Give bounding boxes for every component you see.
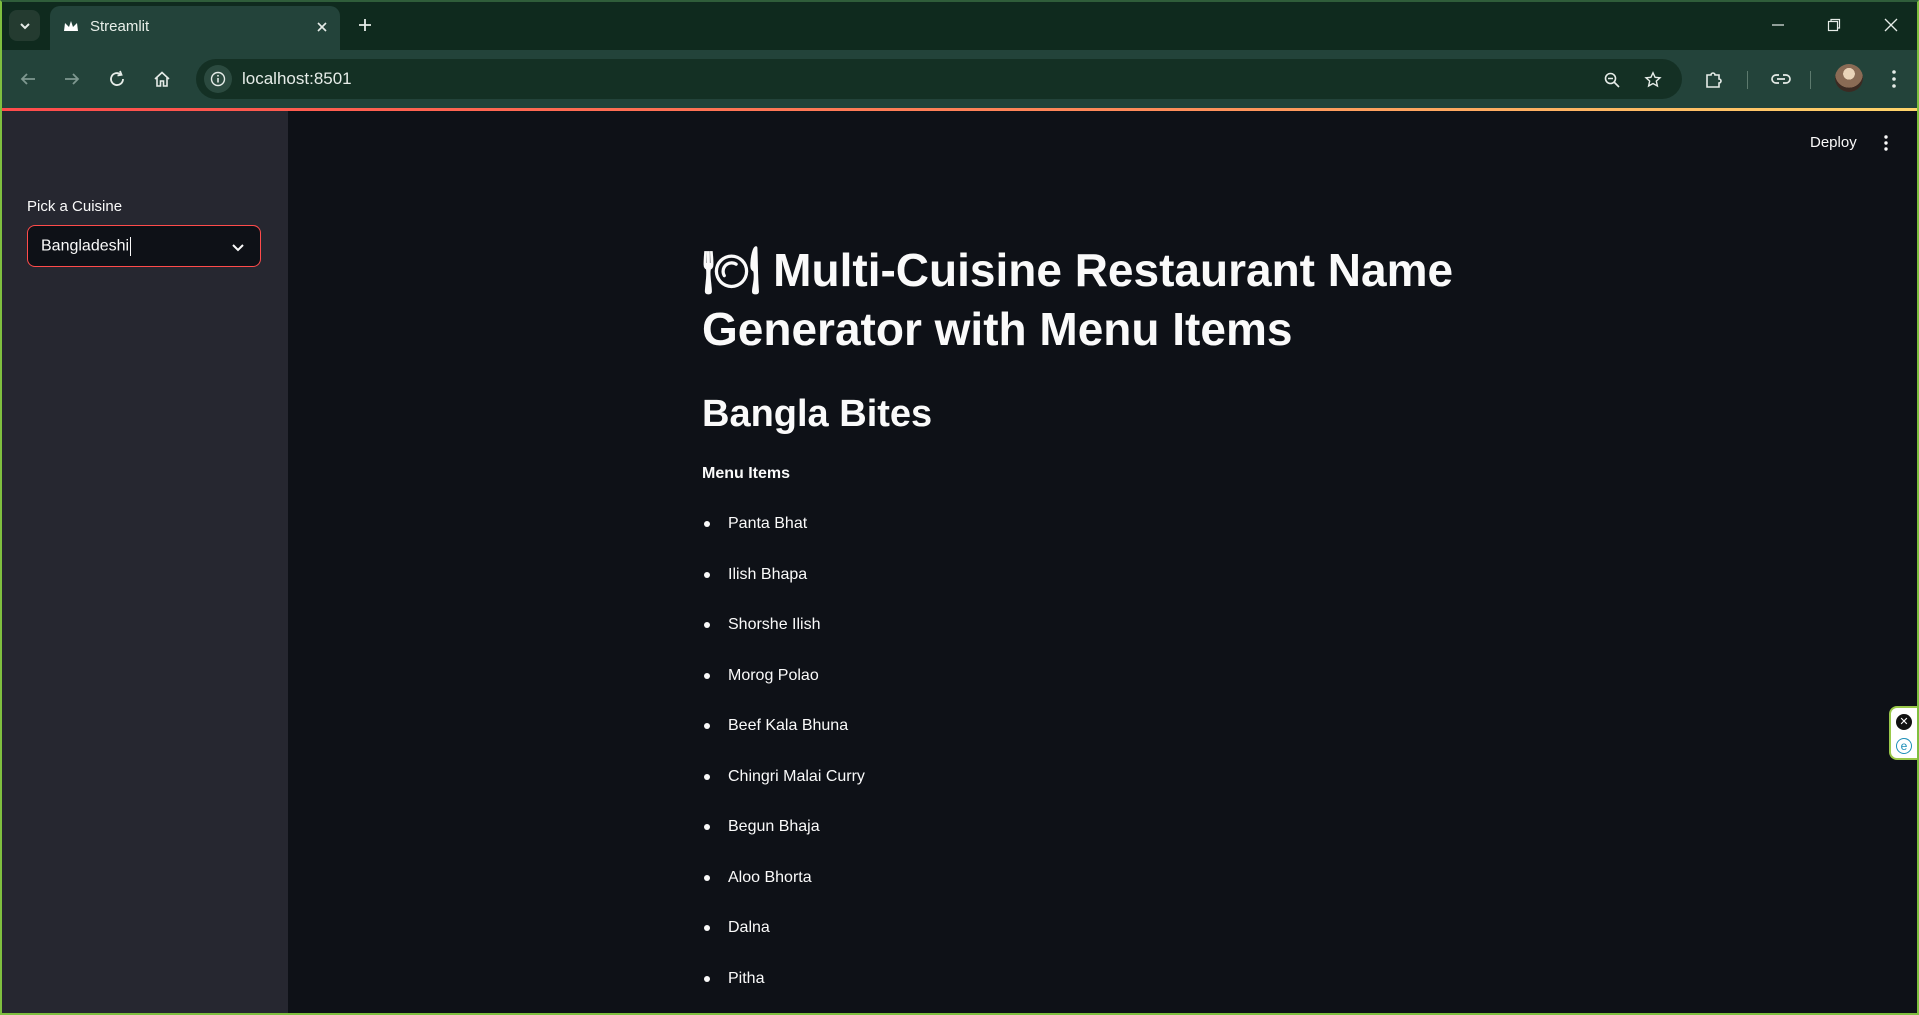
tab-title: Streamlit xyxy=(90,18,150,35)
menu-item: Panta Bhat xyxy=(702,499,865,550)
bullet-icon xyxy=(704,874,710,881)
menu-item-label: Aloo Bhorta xyxy=(728,868,812,886)
url-text: localhost:8501 xyxy=(242,69,352,88)
tab-close-button[interactable] xyxy=(310,15,334,39)
menu-item-label: Pitha xyxy=(728,969,765,987)
home-icon xyxy=(154,71,170,87)
menu-item-label: Panta Bhat xyxy=(728,515,808,532)
plus-icon xyxy=(359,19,371,31)
restore-icon xyxy=(1827,18,1841,32)
close-icon xyxy=(1884,18,1898,32)
menu-item: Dalna xyxy=(702,903,865,954)
tab-search-button[interactable] xyxy=(9,10,40,41)
new-tab-button[interactable] xyxy=(352,12,378,38)
menu-item-label: Morog Polao xyxy=(728,666,819,684)
info-icon xyxy=(210,71,226,87)
reload-button[interactable] xyxy=(101,63,133,95)
bullet-icon xyxy=(704,723,710,729)
bullet-icon xyxy=(704,622,710,628)
minimize-icon xyxy=(1772,24,1784,26)
kebab-menu-icon xyxy=(1892,70,1896,88)
menu-item: Ilish Bhapa xyxy=(702,550,865,601)
bullet-icon xyxy=(704,571,710,578)
menu-list: Panta Bhat Ilish Bhapa Shorshe Ilish Morog … xyxy=(702,499,865,1004)
extension-side-widget: ✕ e xyxy=(1889,706,1917,760)
streamlit-crown-icon xyxy=(64,21,78,31)
arrow-right-icon xyxy=(65,73,80,85)
extensions-button[interactable] xyxy=(1698,63,1730,95)
selected-cuisine-text: Bangladeshi xyxy=(41,237,130,255)
cuisine-select-value: Bangladeshi xyxy=(41,237,132,256)
menu-item: Chingri Malai Curry xyxy=(702,752,865,803)
browser-tabbar: Streamlit xyxy=(0,0,1919,50)
link-icon xyxy=(1771,74,1791,84)
app-menu-button[interactable] xyxy=(1876,132,1896,154)
menu-item: Aloo Bhorta xyxy=(702,853,865,904)
extension-e-icon[interactable]: e xyxy=(1896,738,1912,754)
text-cursor xyxy=(130,237,132,256)
menu-item-label: Ilish Bhapa xyxy=(728,565,808,583)
toolbar-divider xyxy=(1747,71,1748,89)
kebab-menu-icon xyxy=(1884,135,1888,151)
arrow-left-icon xyxy=(20,73,35,85)
star-icon xyxy=(1644,71,1662,88)
browser-menu-button[interactable] xyxy=(1878,63,1910,95)
menu-heading: Menu Items xyxy=(702,465,791,482)
bullet-icon xyxy=(704,824,710,830)
bullet-icon xyxy=(704,773,710,780)
forward-button[interactable] xyxy=(56,63,88,95)
close-window-button[interactable] xyxy=(1871,10,1911,40)
reload-icon xyxy=(110,70,124,86)
puzzle-icon xyxy=(1706,72,1722,88)
menu-item-label: Beef Kala Bhuna xyxy=(728,717,849,734)
menu-item: Morog Polao xyxy=(702,651,865,702)
menu-item-label: Chingri Malai Curry xyxy=(728,767,865,785)
bullet-icon xyxy=(704,672,710,679)
close-icon[interactable]: ✕ xyxy=(1896,714,1912,730)
home-button[interactable] xyxy=(146,63,178,95)
menu-item-label: Shorshe Ilish xyxy=(728,616,821,633)
bullet-icon xyxy=(704,521,710,527)
toolbar-divider xyxy=(1810,71,1811,89)
site-info-button[interactable] xyxy=(204,65,232,93)
menu-item-label: Begun Bhaja xyxy=(728,818,820,835)
menu-item: Shorshe Ilish xyxy=(702,600,865,651)
zoom-out-icon xyxy=(1604,72,1620,88)
close-icon xyxy=(317,22,327,32)
sidebar: Pick a Cuisine Bangladeshi xyxy=(0,111,288,1015)
chevron-down-icon xyxy=(19,22,30,29)
bullet-icon xyxy=(704,975,710,982)
menu-item: Beef Kala Bhuna xyxy=(702,701,865,752)
cuisine-select-label: Pick a Cuisine xyxy=(27,198,123,215)
menu-item-label: Dalna xyxy=(728,919,770,936)
browser-tab[interactable]: Streamlit xyxy=(50,6,340,50)
page-title: 🍽 Multi-Cuisine Restaurant Name Generato… xyxy=(702,244,1454,355)
chevron-down-icon xyxy=(232,244,244,252)
cuisine-select[interactable]: Bangladeshi xyxy=(27,225,261,267)
address-bar[interactable]: localhost:8501 xyxy=(196,59,1682,99)
back-button[interactable] xyxy=(12,63,44,95)
bookmark-button[interactable] xyxy=(1640,67,1666,93)
minimize-button[interactable] xyxy=(1758,10,1798,40)
deploy-button[interactable]: Deploy xyxy=(1810,134,1857,151)
restore-button[interactable] xyxy=(1814,10,1854,40)
browser-toolbar: localhost:8501 xyxy=(0,50,1919,108)
bullet-icon xyxy=(704,925,710,931)
restaurant-name: Bangla Bites xyxy=(702,393,933,435)
menu-item: Pitha xyxy=(702,954,865,1005)
profile-avatar[interactable] xyxy=(1835,64,1863,92)
menu-item: Begun Bhaja xyxy=(702,802,865,853)
zoom-button[interactable] xyxy=(1599,67,1625,93)
link-button[interactable] xyxy=(1765,63,1797,95)
